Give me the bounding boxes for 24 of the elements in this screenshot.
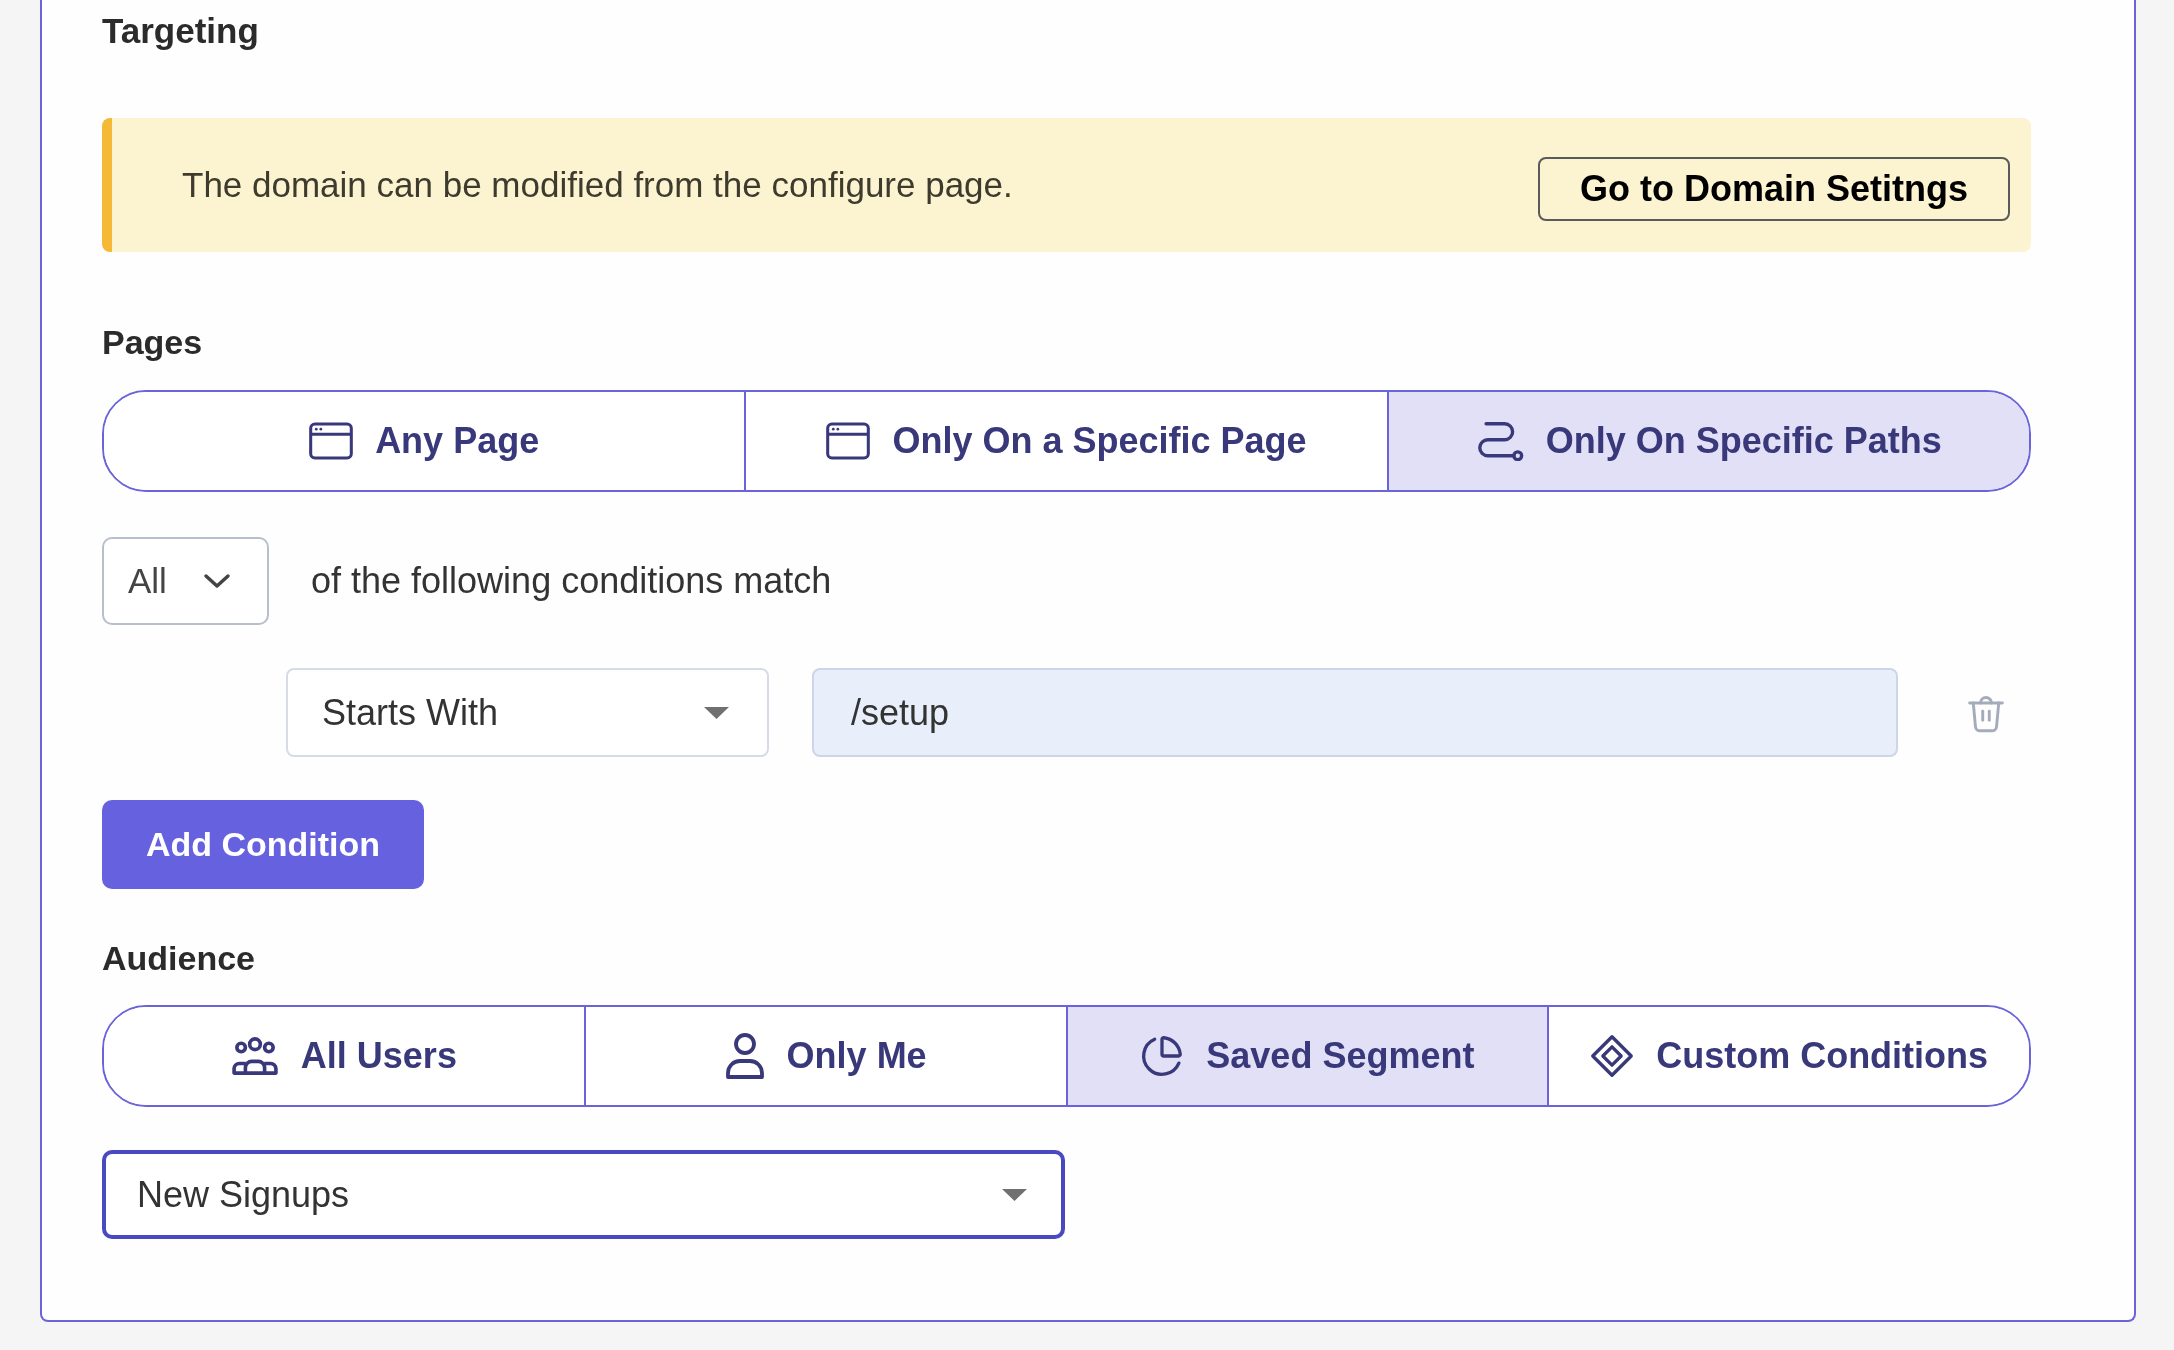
match-dropdown[interactable]: All <box>102 537 269 625</box>
pie-chart-icon <box>1140 1034 1185 1078</box>
operator-dropdown[interactable]: Starts With <box>286 668 769 757</box>
segment-option[interactable]: Saved Segment <box>1065 1007 1548 1105</box>
match-text: of the following conditions match <box>311 559 832 603</box>
browser-window-icon <box>826 422 871 460</box>
caret-down-icon <box>704 706 729 719</box>
segment-option[interactable]: Only On Specific Paths <box>1386 392 2029 490</box>
chevron-down-icon <box>203 573 231 589</box>
path-input[interactable]: /setup <box>812 668 1898 757</box>
browser-window-icon <box>309 422 354 460</box>
users-group-icon <box>230 1037 279 1075</box>
caret-down-icon <box>1002 1188 1027 1201</box>
route-icon <box>1475 421 1524 461</box>
diamond-icon <box>1590 1034 1635 1078</box>
segment-dropdown[interactable]: New Signups <box>102 1150 1065 1239</box>
segment-option[interactable]: Custom Conditions <box>1547 1007 2029 1105</box>
add-condition-button[interactable]: Add Condition <box>102 800 424 889</box>
section-label: Audience <box>102 938 256 979</box>
domain-settings-button[interactable]: Go to Domain Setitngs <box>1538 157 2010 221</box>
user-icon <box>724 1032 765 1080</box>
notice-text: The domain can be modified from the configure page. <box>182 163 1013 206</box>
section-title: Targeting <box>102 10 259 52</box>
section-label: Pages <box>102 322 203 363</box>
